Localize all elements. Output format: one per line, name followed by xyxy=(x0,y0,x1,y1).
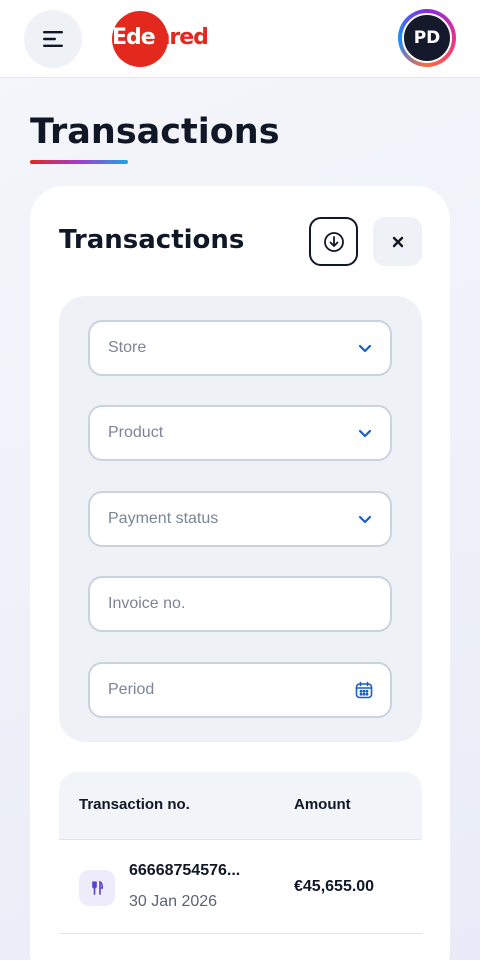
top-bar: Edenred PD xyxy=(0,0,480,78)
restaurant-icon xyxy=(79,870,115,906)
avatar-button[interactable]: PD xyxy=(398,9,456,67)
payment-status-select[interactable]: Payment status xyxy=(88,491,392,547)
logo-text-end: nred xyxy=(154,25,209,50)
transaction-number: 66668754576... xyxy=(129,862,241,879)
transaction-amount: €45,655.00 xyxy=(294,878,375,895)
payment-status-placeholder: Payment status xyxy=(108,510,219,527)
chevron-down-icon xyxy=(358,344,372,353)
store-select[interactable]: Store xyxy=(88,320,392,376)
product-select-placeholder: Product xyxy=(108,424,164,441)
column-header-transaction-no[interactable]: Transaction no. xyxy=(79,796,190,813)
period-input[interactable]: Period xyxy=(88,662,392,718)
title-underline xyxy=(30,160,128,164)
menu-button[interactable] xyxy=(24,10,82,68)
hamburger-icon xyxy=(43,31,63,47)
chevron-down-icon xyxy=(358,515,372,524)
invoice-input[interactable]: Invoice no. xyxy=(88,576,392,632)
product-select[interactable]: Product xyxy=(88,405,392,461)
table-header: Transaction no. Amount xyxy=(59,772,422,840)
page-title: Transactions xyxy=(30,112,280,152)
close-button[interactable] xyxy=(373,217,422,266)
logo-text-start: Ede xyxy=(112,25,156,50)
column-header-amount[interactable]: Amount xyxy=(294,796,351,813)
panel-title: Transactions xyxy=(59,225,245,255)
close-icon xyxy=(392,236,403,247)
invoice-input-placeholder: Invoice no. xyxy=(108,595,186,612)
period-input-placeholder: Period xyxy=(108,681,155,698)
brand-logo[interactable]: Edenred xyxy=(112,24,209,52)
transactions-table: Transaction no. Amount 66668754576... 30… xyxy=(59,772,422,934)
store-select-placeholder: Store xyxy=(108,339,147,356)
download-icon xyxy=(323,231,344,252)
transaction-date: 30 Jan 2026 xyxy=(129,893,218,910)
download-button[interactable] xyxy=(309,217,358,266)
chevron-down-icon xyxy=(358,429,372,438)
calendar-icon[interactable] xyxy=(354,680,374,700)
table-row[interactable]: 66668754576... 30 Jan 2026 €45,655.00 xyxy=(59,840,422,934)
avatar: PD xyxy=(402,13,452,63)
